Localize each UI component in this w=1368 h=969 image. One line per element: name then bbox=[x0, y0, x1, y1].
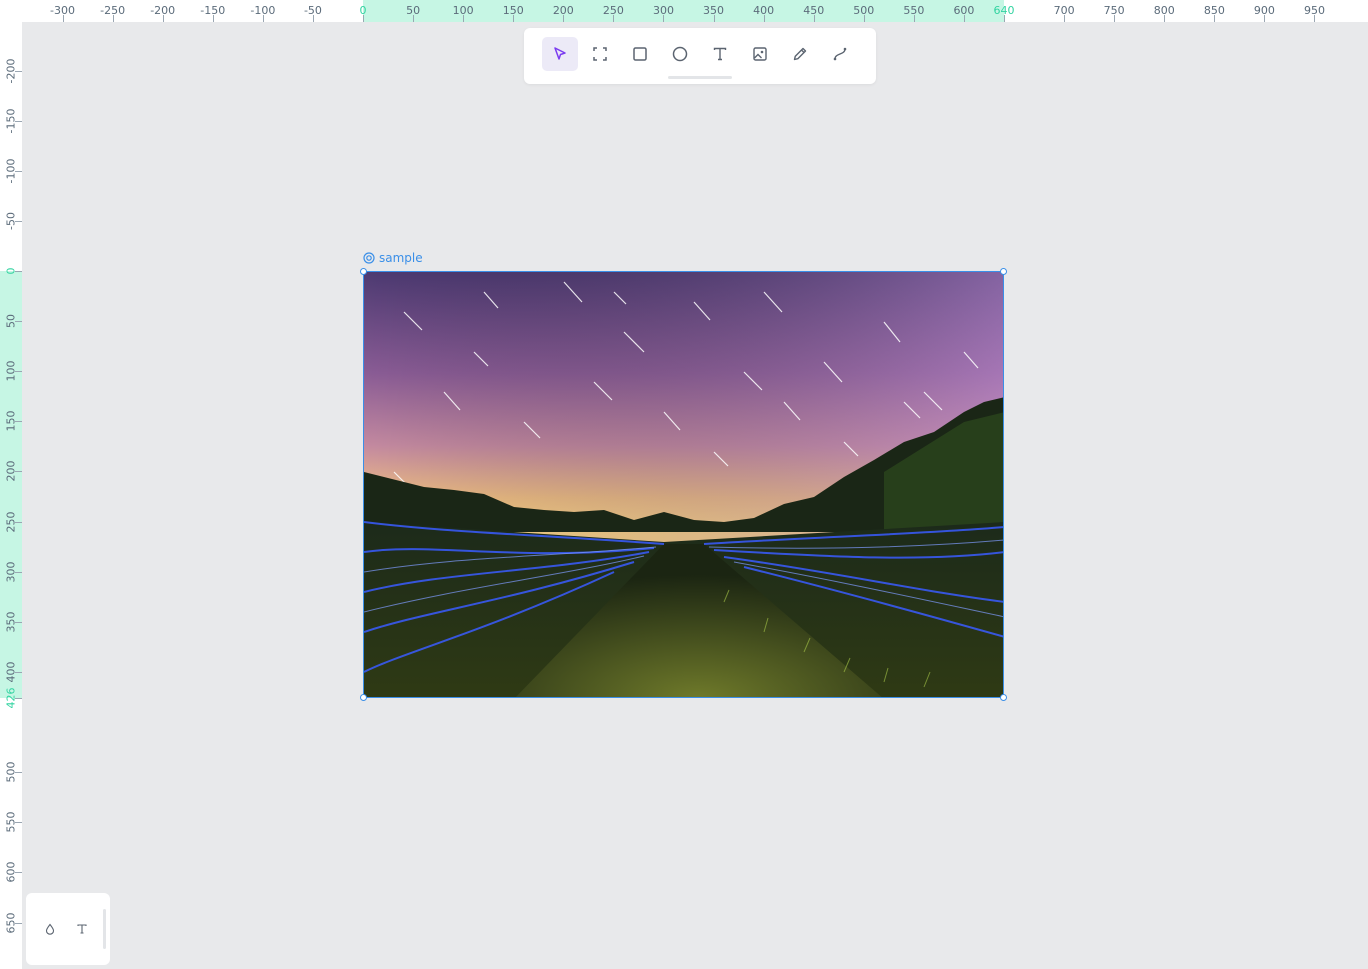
main-toolbar bbox=[524, 28, 876, 84]
ruler-label-x: 550 bbox=[903, 4, 925, 17]
ruler-label-y: -100 bbox=[4, 158, 18, 184]
resize-handle-bottom-right[interactable] bbox=[1000, 694, 1007, 701]
ruler-label-x: 800 bbox=[1153, 4, 1175, 17]
ruler-label-x: 600 bbox=[953, 4, 975, 17]
toolbar-drag-handle[interactable] bbox=[668, 76, 732, 79]
vertical-ruler: -200 -150 -100 -50 0 50 100 150 200 250 300 350 400 4… bbox=[0, 0, 22, 969]
ruler-label-x: 850 bbox=[1203, 4, 1225, 17]
ruler-label-y: 600 bbox=[4, 861, 18, 883]
text-t-icon bbox=[713, 47, 727, 61]
ruler-label-x: -250 bbox=[100, 4, 126, 17]
square-icon bbox=[633, 47, 647, 61]
ruler-label-x: 250 bbox=[602, 4, 624, 17]
drop-icon bbox=[45, 923, 55, 935]
ruler-label-y: 400 bbox=[4, 661, 18, 683]
typography-button[interactable] bbox=[72, 919, 92, 939]
ruler-label-y: -50 bbox=[4, 211, 18, 230]
ruler-label-x: 350 bbox=[703, 4, 725, 17]
night-field-photo bbox=[364, 272, 1003, 697]
ruler-label-y: 200 bbox=[4, 460, 18, 482]
ruler-label-x: -200 bbox=[150, 4, 176, 17]
board-name: sample bbox=[379, 251, 423, 265]
color-palette-button[interactable] bbox=[40, 919, 60, 939]
ruler-label-y: 300 bbox=[4, 561, 18, 583]
curve-path-icon bbox=[833, 47, 847, 61]
resize-handle-top-left[interactable] bbox=[360, 268, 367, 275]
ruler-label-x: 500 bbox=[853, 4, 875, 17]
ruler-label-x: 100 bbox=[452, 4, 474, 17]
text-t-icon bbox=[77, 924, 87, 934]
ruler-label-y: 0 bbox=[4, 267, 18, 275]
tool-text[interactable] bbox=[702, 37, 738, 71]
ruler-label-y: 550 bbox=[4, 811, 18, 833]
ruler-corner bbox=[0, 0, 22, 22]
pencil-icon bbox=[793, 47, 807, 61]
board-sample[interactable] bbox=[363, 271, 1004, 698]
tool-rectangle[interactable] bbox=[622, 37, 658, 71]
ruler-label-x: -100 bbox=[250, 4, 276, 17]
tool-image[interactable] bbox=[742, 37, 778, 71]
tool-path[interactable] bbox=[822, 37, 858, 71]
ruler-selection-highlight-y bbox=[0, 271, 22, 698]
tool-ellipse[interactable] bbox=[662, 37, 698, 71]
ruler-label-x: 950 bbox=[1303, 4, 1325, 17]
ruler-label-y: 250 bbox=[4, 511, 18, 533]
panel-scrollbar[interactable] bbox=[103, 909, 106, 949]
tool-board[interactable] bbox=[582, 37, 618, 71]
board-title[interactable]: sample bbox=[363, 251, 423, 265]
ruler-label-x: 640 bbox=[993, 4, 1015, 17]
tool-select[interactable] bbox=[542, 37, 578, 71]
horizontal-ruler: -300 -250 -200 -150 -100 -50 0 50 100 150 200 250 30… bbox=[0, 0, 1368, 22]
ruler-label-x: 700 bbox=[1053, 4, 1075, 17]
ruler-label-y: -200 bbox=[4, 58, 18, 83]
ruler-label-x: 50 bbox=[406, 4, 421, 17]
frame-icon bbox=[593, 47, 607, 61]
resize-handle-top-right[interactable] bbox=[1000, 268, 1007, 275]
ruler-label-y: 50 bbox=[4, 314, 18, 329]
ruler-label-y: 650 bbox=[4, 912, 18, 934]
ruler-label-y: 100 bbox=[4, 360, 18, 382]
board-target-icon bbox=[363, 252, 375, 264]
ruler-label-x: 150 bbox=[502, 4, 524, 17]
ruler-label-y: -150 bbox=[4, 108, 18, 134]
ruler-label-x: 900 bbox=[1253, 4, 1275, 17]
cursor-arrow-icon bbox=[554, 47, 566, 60]
ruler-label-x: 0 bbox=[359, 4, 367, 17]
ruler-label-x: -150 bbox=[200, 4, 226, 17]
tool-pencil[interactable] bbox=[782, 37, 818, 71]
ruler-label-y: 500 bbox=[4, 761, 18, 783]
circle-icon bbox=[672, 46, 688, 62]
ruler-label-x: 300 bbox=[652, 4, 674, 17]
ruler-label-x: 200 bbox=[552, 4, 574, 17]
ruler-label-x: -300 bbox=[50, 4, 76, 17]
bottom-palette-panel bbox=[26, 893, 110, 965]
ruler-label-y: 426 bbox=[4, 687, 18, 709]
image-icon bbox=[753, 47, 767, 61]
ruler-label-x: 400 bbox=[753, 4, 775, 17]
ruler-label-y: 150 bbox=[4, 410, 18, 432]
ruler-label-x: 750 bbox=[1103, 4, 1125, 17]
ruler-label-x: -50 bbox=[303, 4, 322, 17]
ruler-label-y: 350 bbox=[4, 611, 18, 633]
ruler-label-x: 450 bbox=[803, 4, 825, 17]
resize-handle-bottom-left[interactable] bbox=[360, 694, 367, 701]
